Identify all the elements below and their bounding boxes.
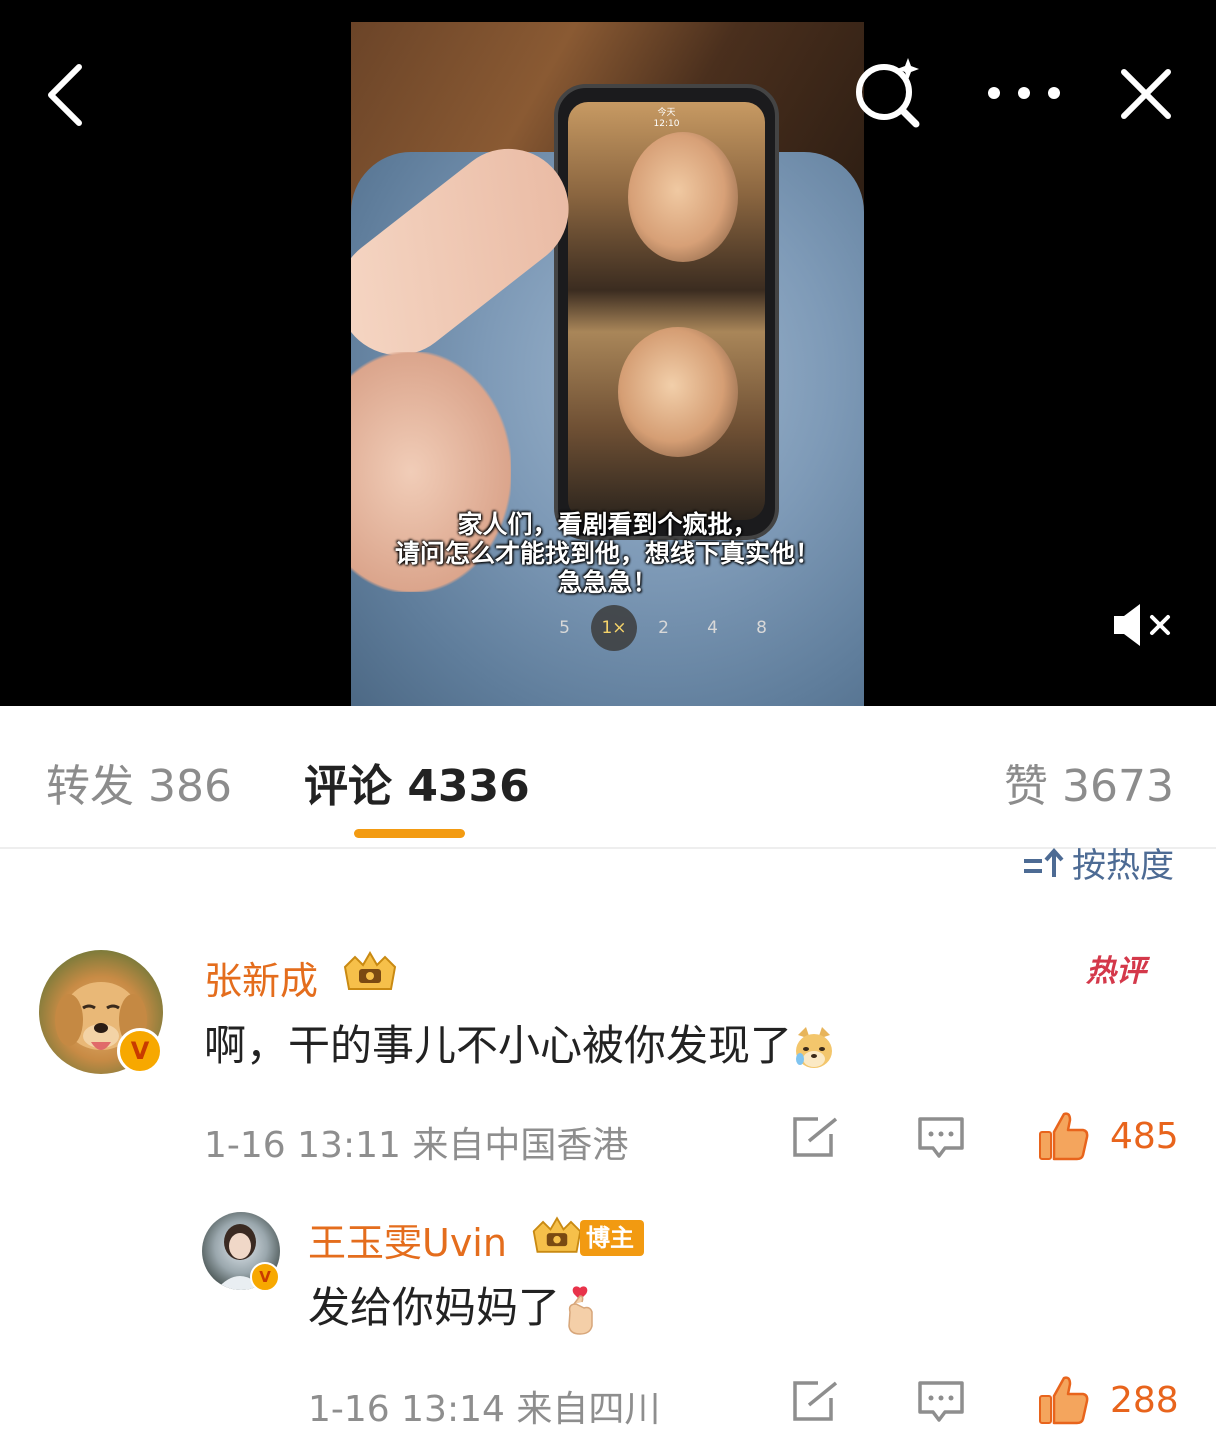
video-scene-phone: 今天 12:10	[554, 84, 779, 540]
tab-comments[interactable]: 评论 4336	[304, 750, 530, 814]
blogger-tag: 博主	[580, 1220, 644, 1256]
video-scene-face-top	[628, 132, 738, 262]
reply-username[interactable]: 王玉雯Uvin	[308, 1212, 507, 1267]
doge-emoji	[796, 1026, 833, 1068]
phone-header-time: 12:10	[653, 119, 680, 129]
subtitle-line-1: 家人们，看剧看到个疯批，	[457, 510, 758, 539]
video-frame[interactable]: 今天 12:10	[351, 22, 864, 706]
interaction-tabs: 转发 386 评论 4336 赞 3673	[0, 706, 1216, 849]
close-icon[interactable]	[1118, 66, 1174, 122]
back-arrow-icon[interactable]	[38, 60, 92, 130]
share-icon[interactable]	[792, 1380, 840, 1422]
verified-badge-icon: V	[117, 1028, 163, 1074]
comment-icon[interactable]	[917, 1116, 965, 1160]
share-icon[interactable]	[792, 1116, 840, 1158]
phone-header-title: 今天	[657, 108, 676, 118]
like-count: 485	[1110, 1116, 1179, 1157]
speed-option-8[interactable]: 8	[737, 618, 786, 638]
finger-heart-emoji	[568, 1285, 593, 1335]
like-thumb-icon[interactable]	[1038, 1374, 1090, 1426]
reply-meta: 1-16 13:14 来自四川	[308, 1389, 661, 1430]
comment-meta: 1-16 13:11 来自中国香港	[204, 1125, 629, 1166]
like-count: 288	[1110, 1380, 1179, 1421]
more-dots-icon[interactable]	[984, 78, 1064, 108]
sort-by-hot-button[interactable]: 按热度	[1022, 838, 1174, 887]
sort-label: 按热度	[1072, 846, 1174, 886]
sort-arrows-icon	[1024, 847, 1064, 877]
tab-repost[interactable]: 转发 386	[46, 750, 232, 814]
hot-comment-badge: 热评	[1086, 932, 1166, 992]
video-scene-face-bottom	[618, 327, 738, 457]
video-subtitle: 家人们，看剧看到个疯批， 请问怎么才能找到他，想线下真实他！ 急急急！	[351, 510, 864, 597]
speed-option-1x[interactable]: 1×	[591, 605, 637, 651]
subtitle-line-3: 急急急！	[557, 568, 658, 597]
reply-text: 发给你妈妈了	[308, 1280, 600, 1336]
crown-badge-icon	[340, 948, 400, 994]
active-tab-indicator	[354, 829, 465, 838]
crown-badge-icon	[530, 1214, 584, 1256]
video-scene-phone-screen: 今天 12:10	[568, 102, 765, 520]
comment-username[interactable]: 张新成	[204, 950, 318, 1005]
verified-badge-icon: V	[250, 1262, 280, 1292]
speed-option-4[interactable]: 4	[688, 618, 737, 638]
playback-speed-selector[interactable]: 5 1× 2 4 8	[540, 605, 786, 651]
comment-text-content: 啊，干的事儿不小心被你发现了	[204, 1021, 793, 1070]
phone-header: 今天 12:10	[568, 108, 765, 130]
speaker-muted-icon[interactable]	[1110, 600, 1176, 650]
like-thumb-icon[interactable]	[1038, 1110, 1090, 1162]
tab-likes[interactable]: 赞 3673	[1004, 750, 1174, 814]
magic-search-icon[interactable]	[852, 56, 924, 128]
subtitle-line-2: 请问怎么才能找到他，想线下真实他！	[394, 539, 820, 568]
comment-text: 啊，干的事儿不小心被你发现了	[204, 1018, 836, 1074]
video-player[interactable]: 今天 12:10 家人们，看剧看到个疯批， 请问怎么才能找到他，想线下真实他！ …	[0, 0, 1216, 706]
reply-text-content: 发给你妈妈了	[308, 1283, 561, 1332]
comment-icon[interactable]	[917, 1380, 965, 1424]
speed-option-2[interactable]: 2	[639, 618, 688, 638]
speed-option-5[interactable]: 5	[540, 618, 589, 638]
hot-label: 热评	[1086, 954, 1146, 989]
